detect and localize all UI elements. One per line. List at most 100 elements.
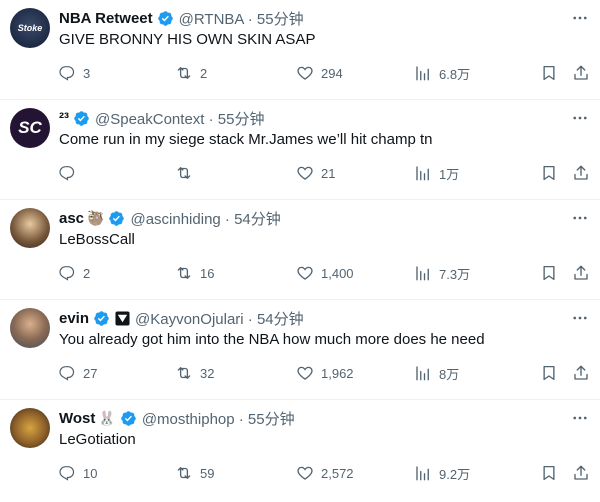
- reply-count: 10: [83, 465, 98, 481]
- avatar[interactable]: [10, 308, 50, 348]
- like-button[interactable]: 1,962: [296, 362, 354, 384]
- views-icon: [416, 466, 429, 481]
- like-button[interactable]: 294: [296, 62, 343, 84]
- views-count: 9.2万: [439, 466, 471, 482]
- bookmark-button[interactable]: [540, 262, 558, 284]
- retweet-icon: [177, 67, 191, 79]
- like-count: 1,400: [321, 265, 354, 281]
- like-button[interactable]: 21: [296, 162, 335, 184]
- handle-and-time[interactable]: @mosthiphop · 55分钟: [142, 408, 295, 429]
- heart-icon: [297, 466, 313, 480]
- share-icon: [574, 165, 588, 180]
- display-name[interactable]: NBA Retweet: [59, 10, 153, 27]
- retweet-button[interactable]: 16: [175, 262, 214, 284]
- views-count: 8万: [439, 366, 460, 382]
- share-button[interactable]: [572, 162, 590, 184]
- affiliate-badge-icon: [115, 310, 130, 326]
- like-button[interactable]: 1,400: [296, 262, 354, 284]
- views-icon: [416, 166, 429, 181]
- views-icon: [416, 366, 429, 381]
- more-icon[interactable]: [570, 308, 590, 328]
- views-count: 7.3万: [439, 266, 471, 282]
- tweet[interactable]: Wost 🐰 @mosthiphop · 55分钟 LeGotiation 10…: [0, 400, 600, 500]
- display-name[interactable]: ²³: [59, 110, 69, 127]
- like-count: 294: [321, 65, 343, 81]
- more-icon[interactable]: [570, 8, 590, 28]
- views-button[interactable]: 6.8万: [414, 62, 470, 84]
- avatar[interactable]: Stoke: [10, 8, 50, 48]
- reply-button[interactable]: 27: [58, 362, 97, 384]
- avatar[interactable]: [10, 408, 50, 448]
- handle-and-time[interactable]: @SpeakContext · 55分钟: [95, 108, 264, 129]
- retweet-button[interactable]: 32: [175, 362, 214, 384]
- name-emoji: 🐰: [98, 409, 116, 426]
- reply-icon: [59, 66, 75, 81]
- display-name[interactable]: asc: [59, 210, 84, 227]
- tweet-text[interactable]: GIVE BRONNY HIS OWN SKIN ASAP: [59, 30, 315, 50]
- share-icon: [574, 265, 588, 280]
- bookmark-icon: [543, 265, 555, 281]
- more-icon[interactable]: [570, 208, 590, 228]
- share-button[interactable]: [572, 262, 590, 284]
- reply-button[interactable]: 2: [58, 262, 90, 284]
- retweet-button[interactable]: [175, 162, 200, 184]
- reply-button[interactable]: [58, 162, 83, 184]
- tweet-text[interactable]: Come run in my siege stack Mr.James we’l…: [59, 130, 432, 150]
- tweet[interactable]: SC ²³ @SpeakContext · 55分钟 Come run in m…: [0, 100, 600, 200]
- share-button[interactable]: [572, 62, 590, 84]
- name-emoji: 🦥: [87, 209, 105, 226]
- tweet[interactable]: evin @KayvonOjulari · 54分钟 You already g…: [0, 300, 600, 400]
- views-button[interactable]: 8万: [414, 362, 459, 384]
- handle-and-time[interactable]: @RTNBA · 55分钟: [179, 8, 304, 29]
- avatar[interactable]: [10, 208, 50, 248]
- retweet-icon: [177, 467, 191, 479]
- retweet-count: 2: [200, 65, 208, 81]
- tweet-text[interactable]: LeGotiation: [59, 430, 136, 450]
- tweet-text[interactable]: You already got him into the NBA how muc…: [59, 330, 485, 350]
- share-button[interactable]: [572, 362, 590, 384]
- display-name[interactable]: evin: [59, 310, 89, 327]
- share-icon: [574, 365, 588, 380]
- views-button[interactable]: 7.3万: [414, 262, 470, 284]
- bookmark-button[interactable]: [540, 162, 558, 184]
- tweet[interactable]: Stoke NBA Retweet @RTNBA · 55分钟 GIVE BRO…: [0, 0, 600, 100]
- retweet-count: 16: [200, 265, 215, 281]
- bookmark-icon: [543, 165, 555, 181]
- reply-button[interactable]: 10: [58, 462, 97, 484]
- handle-and-time[interactable]: @ascinhiding · 54分钟: [130, 208, 280, 229]
- views-count: 6.8万: [439, 66, 471, 82]
- heart-icon: [297, 166, 313, 180]
- reply-icon: [59, 266, 75, 281]
- action-bar: 10 59 2,572 9.2万: [58, 462, 590, 484]
- tweet-text[interactable]: LeBossCall: [59, 230, 135, 250]
- tweet-header: ²³ @SpeakContext · 55分钟: [59, 107, 540, 129]
- action-bar: 27 32 1,962 8万: [58, 362, 590, 384]
- action-bar: 3 2 294 6.8万: [58, 62, 590, 84]
- retweet-count: 32: [200, 365, 215, 381]
- bookmark-button[interactable]: [540, 362, 558, 384]
- reply-button[interactable]: 3: [58, 62, 90, 84]
- more-icon[interactable]: [570, 408, 590, 428]
- avatar[interactable]: SC: [10, 108, 50, 148]
- handle-and-time[interactable]: @KayvonOjulari · 54分钟: [135, 308, 304, 329]
- display-name[interactable]: Wost: [59, 410, 95, 427]
- share-icon: [574, 65, 588, 80]
- retweet-button[interactable]: 2: [175, 62, 207, 84]
- reply-count: 2: [83, 265, 91, 281]
- tweet-header: Wost 🐰 @mosthiphop · 55分钟: [59, 407, 540, 429]
- views-button[interactable]: 9.2万: [414, 462, 470, 484]
- bookmark-button[interactable]: [540, 62, 558, 84]
- verified-badge-icon: [73, 110, 90, 127]
- tweet[interactable]: asc 🦥 @ascinhiding · 54分钟 LeBossCall 2 1…: [0, 200, 600, 300]
- bookmark-button[interactable]: [540, 462, 558, 484]
- heart-icon: [297, 366, 313, 380]
- more-icon[interactable]: [570, 108, 590, 128]
- views-button[interactable]: 1万: [414, 162, 459, 184]
- share-button[interactable]: [572, 462, 590, 484]
- verified-badge-icon: [157, 10, 174, 27]
- retweet-button[interactable]: 59: [175, 462, 214, 484]
- views-count: 1万: [439, 166, 460, 182]
- like-button[interactable]: 2,572: [296, 462, 354, 484]
- bookmark-icon: [543, 465, 555, 481]
- reply-icon: [59, 466, 75, 481]
